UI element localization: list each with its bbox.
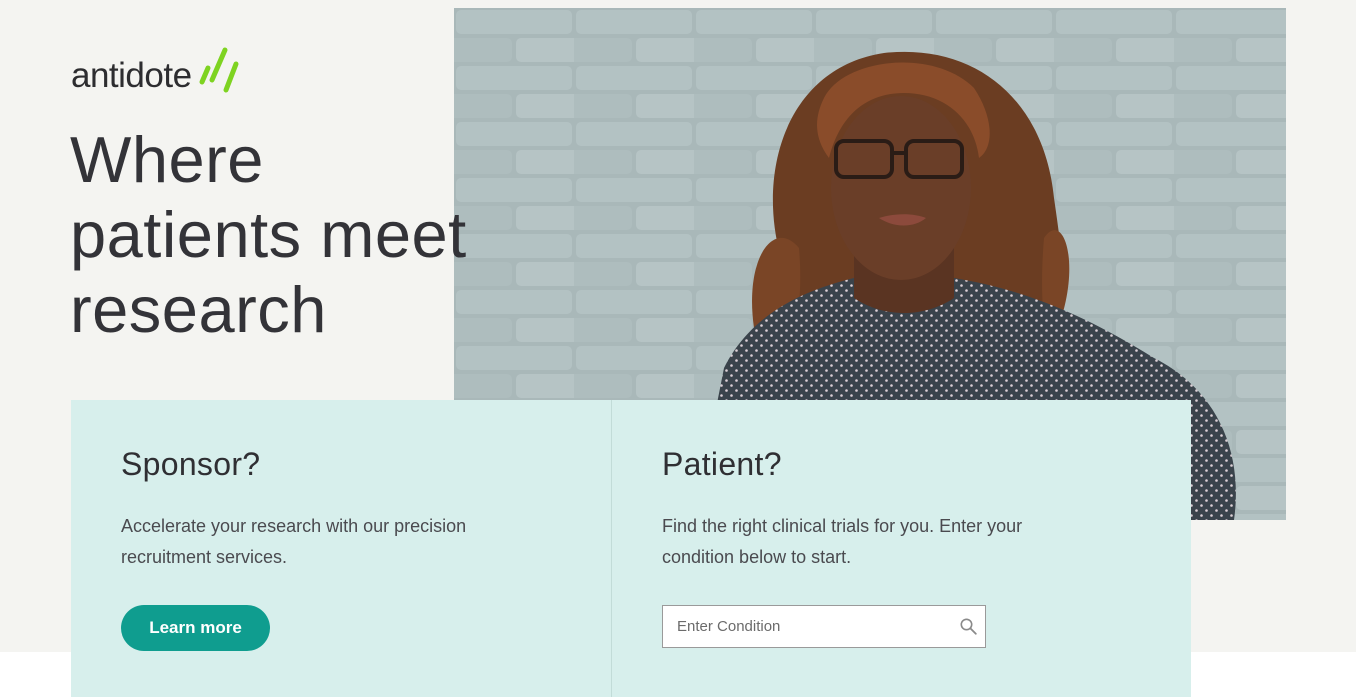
patient-title: Patient? <box>662 446 782 482</box>
patient-card: Patient? Find the right clinical trials … <box>611 400 1191 697</box>
audience-cards: Sponsor? Accelerate your research with o… <box>71 400 1191 697</box>
hero-title-line-1: Where <box>70 123 264 196</box>
hero-title: Where patients meet research <box>70 122 530 347</box>
sponsor-title: Sponsor? <box>121 446 261 482</box>
sponsor-description: Accelerate your research with our precis… <box>121 516 467 567</box>
patient-description: Find the right clinical trials for you. … <box>662 516 1023 567</box>
hero-title-line-2: patients meet <box>70 198 467 271</box>
brand-wordmark: antidote <box>71 56 192 95</box>
sponsor-card: Sponsor? Accelerate your research with o… <box>71 400 611 697</box>
learn-more-button[interactable]: Learn more <box>121 605 270 651</box>
brand-logo[interactable]: antidote <box>71 46 242 94</box>
condition-search <box>662 605 986 648</box>
hero-title-line-3: research <box>70 273 327 346</box>
condition-search-input[interactable] <box>663 606 959 647</box>
search-icon[interactable] <box>959 618 977 636</box>
logo-slashes-icon <box>199 47 239 93</box>
